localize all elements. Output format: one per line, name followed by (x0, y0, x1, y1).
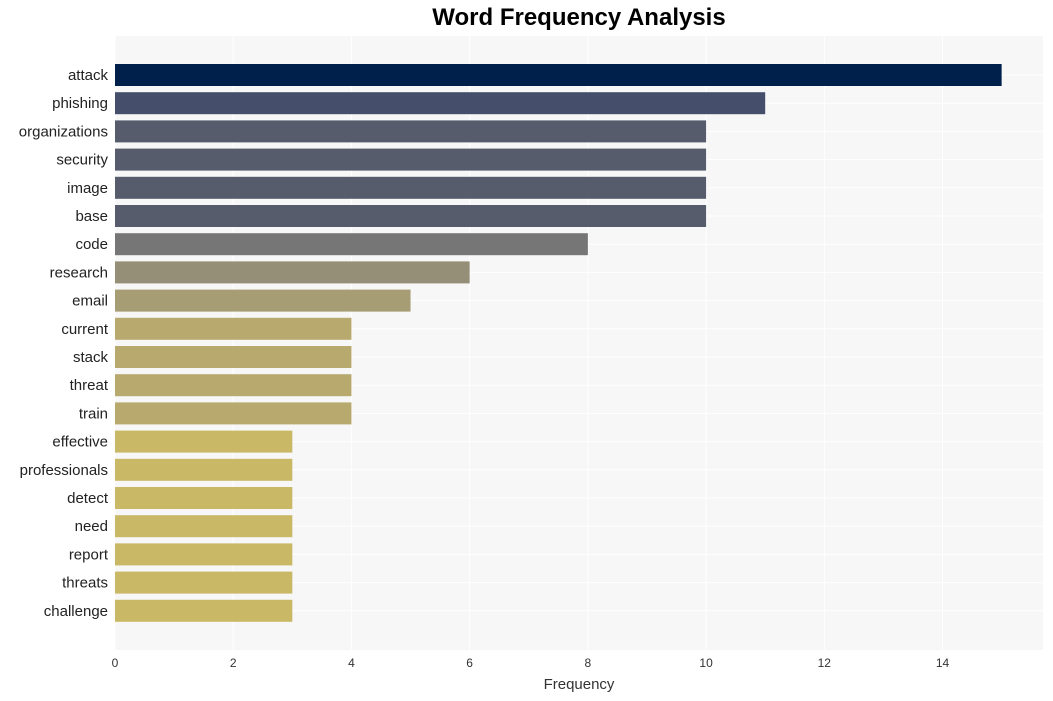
bar-stack (115, 346, 352, 368)
bar-professionals (115, 458, 293, 481)
y-tick-label: current (61, 321, 109, 338)
x-axis-label: Frequency (544, 676, 615, 693)
x-tick-label: 8 (585, 656, 592, 670)
bar-phishing (115, 92, 766, 115)
y-tick-label: threat (70, 377, 109, 394)
x-tick-label: 14 (936, 656, 950, 670)
y-tick-label: need (75, 518, 108, 535)
bar-report (115, 543, 293, 566)
x-tick-label: 6 (466, 656, 473, 670)
y-tick-label: threats (62, 575, 108, 592)
x-tick-label: 12 (818, 656, 832, 670)
bar-detect (115, 487, 293, 509)
bar-challenge (115, 599, 293, 622)
x-tick-label: 10 (699, 656, 713, 670)
y-tick-label: stack (73, 349, 109, 366)
y-tick-label: attack (68, 67, 109, 84)
y-tick-label: security (56, 152, 108, 169)
bar-email (115, 289, 411, 312)
y-tick-label: phishing (52, 95, 108, 112)
bar-threat (115, 374, 352, 397)
y-tick-label: research (50, 264, 108, 281)
y-tick-label: organizations (19, 123, 108, 140)
y-tick-label: challenge (44, 603, 108, 620)
bar-research (115, 261, 470, 284)
bar-security (115, 148, 707, 171)
bar-attack (115, 64, 1002, 86)
bar-code (115, 233, 588, 256)
x-tick-label: 2 (230, 656, 237, 670)
y-tick-label: report (69, 546, 109, 563)
y-tick-label: code (75, 236, 108, 253)
bar-current (115, 317, 352, 340)
y-tick-label: train (79, 405, 108, 422)
bar-need (115, 515, 293, 538)
y-tick-label: effective (52, 434, 108, 451)
y-tick-label: base (75, 208, 108, 225)
bar-train (115, 402, 352, 425)
y-tick-label: professionals (20, 462, 108, 479)
bar-base (115, 205, 707, 227)
y-tick-label: detect (67, 490, 109, 507)
x-tick-label: 4 (348, 656, 355, 670)
bar-organizations (115, 120, 707, 143)
bar-effective (115, 430, 293, 453)
y-tick-label: image (67, 180, 108, 197)
x-tick-label: 0 (112, 656, 119, 670)
bar-image (115, 176, 707, 199)
y-tick-label: email (72, 293, 108, 310)
bar-chart: 0 2 4 6 8 10 12 14 attack phishing organizations se… (19, 36, 1043, 693)
bar-threats (115, 571, 293, 594)
